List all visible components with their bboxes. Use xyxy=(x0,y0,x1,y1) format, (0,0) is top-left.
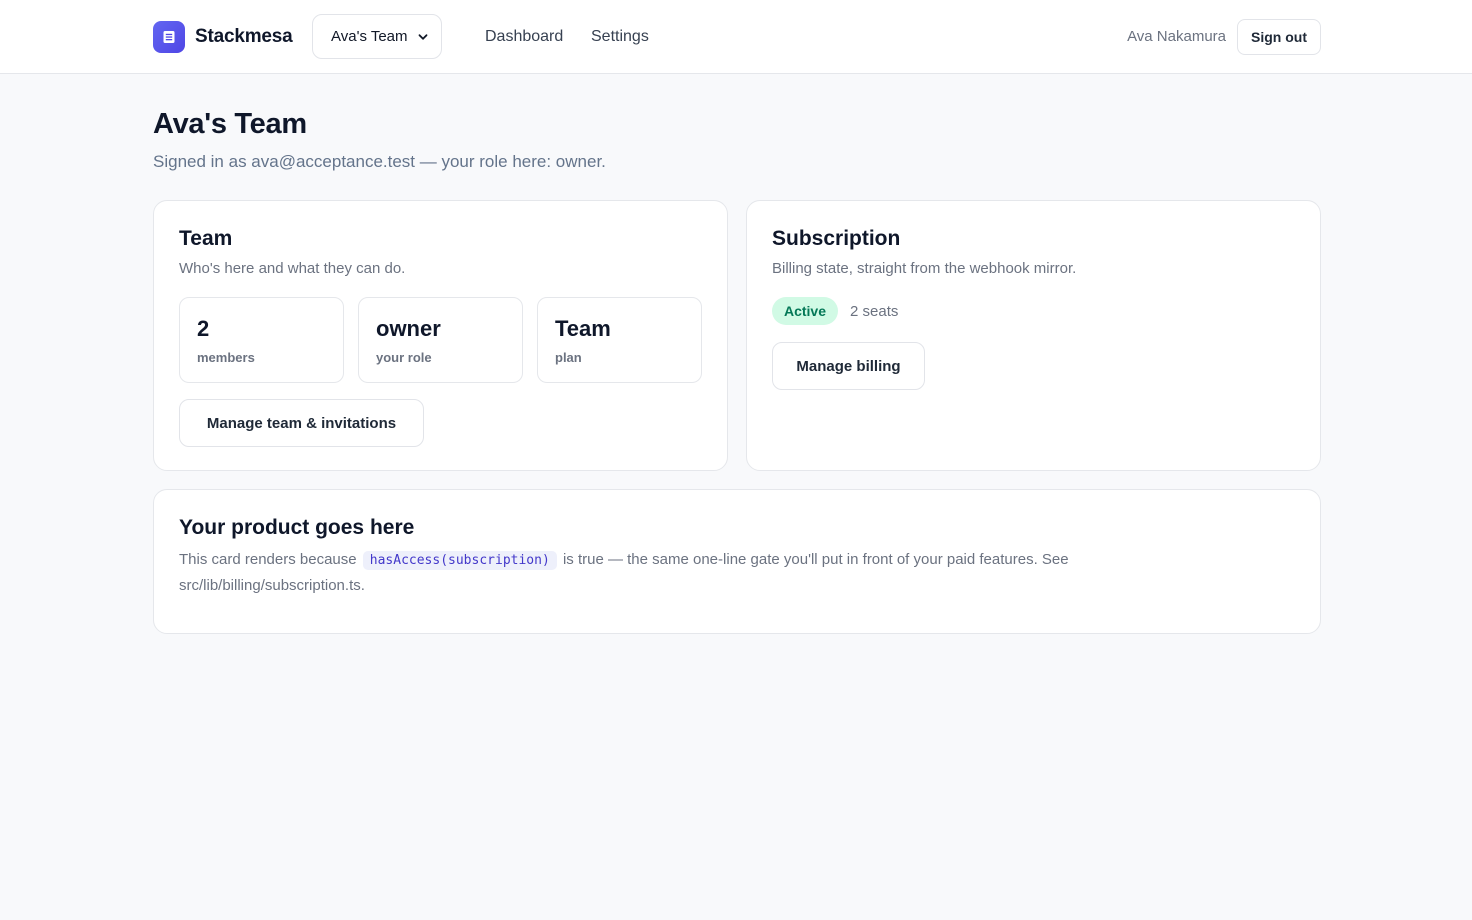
stat-value: Team xyxy=(555,316,611,341)
subscription-card-subtitle: Billing state, straight from the webhook… xyxy=(772,260,1077,277)
document-icon xyxy=(153,21,185,53)
manage-billing-button[interactable]: Manage billing xyxy=(772,342,925,390)
status-badge: Active xyxy=(772,297,838,325)
product-card-text: This card renders because hasAccess(subs… xyxy=(179,547,1139,598)
stat-label: plan xyxy=(555,350,582,365)
stat-value: 2 xyxy=(197,316,210,341)
manage-team-button[interactable]: Manage team & invitations xyxy=(179,399,424,447)
nav-settings-link[interactable]: Settings xyxy=(591,28,649,46)
top-navigation-bar: Stackmesa Ava's Team Dashboard Settings … xyxy=(0,0,1472,74)
page-title: Ava's Team xyxy=(153,108,307,140)
plan-stat: Team plan xyxy=(537,297,702,383)
stat-value: owner xyxy=(376,316,441,341)
chevron-down-icon xyxy=(418,33,428,40)
code-snippet: hasAccess(subscription) xyxy=(362,551,557,570)
seat-count: 2 seats xyxy=(850,303,899,320)
team-switcher-select[interactable]: Ava's Team xyxy=(312,14,442,59)
user-name: Ava Nakamura xyxy=(1127,28,1226,45)
team-card: Team Who's here and what they can do. 2 … xyxy=(153,200,728,471)
team-card-title: Team xyxy=(179,227,233,250)
brand-name: Stackmesa xyxy=(195,26,293,47)
team-card-subtitle: Who's here and what they can do. xyxy=(179,260,406,277)
team-switcher-value: Ava's Team xyxy=(331,28,408,45)
product-card-title: Your product goes here xyxy=(179,516,415,539)
brand[interactable]: Stackmesa xyxy=(153,21,293,53)
nav-dashboard-link[interactable]: Dashboard xyxy=(485,28,563,46)
stat-label: members xyxy=(197,350,255,365)
subscription-card-title: Subscription xyxy=(772,227,901,250)
page-subtitle: Signed in as ava@acceptance.test — your … xyxy=(153,152,606,171)
product-text-before: This card renders because xyxy=(179,551,357,568)
subscription-card: Subscription Billing state, straight fro… xyxy=(746,200,1321,471)
members-stat: 2 members xyxy=(179,297,344,383)
stat-label: your role xyxy=(376,350,432,365)
product-card: Your product goes here This card renders… xyxy=(153,489,1321,634)
sign-out-button[interactable]: Sign out xyxy=(1237,19,1321,55)
role-stat: owner your role xyxy=(358,297,523,383)
